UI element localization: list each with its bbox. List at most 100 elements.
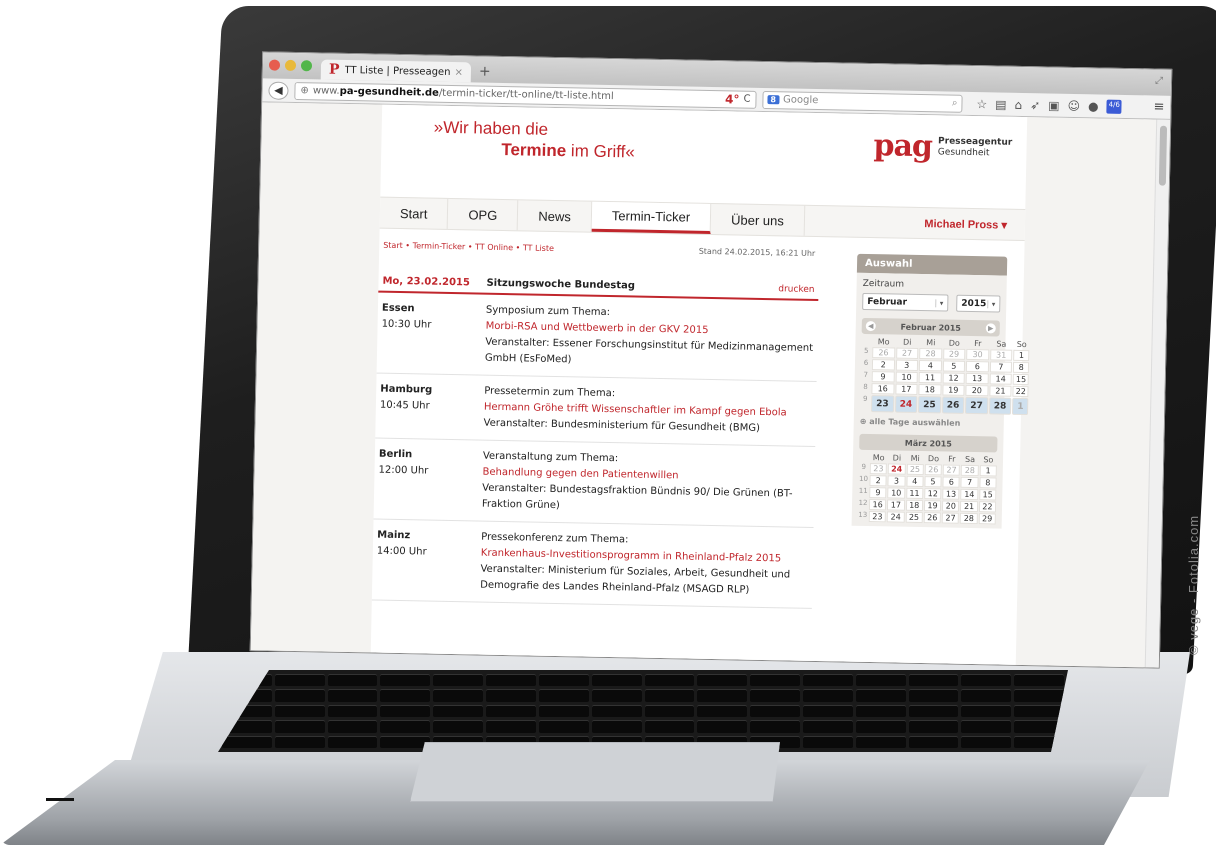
browser-tab[interactable]: P TT Liste | Presseagentur G... × [320,59,472,83]
calendar-day[interactable]: 23 [869,463,888,475]
smiley-icon[interactable]: ☺ [1067,98,1080,112]
send-icon[interactable]: ➶ [1030,98,1040,112]
calendar-day[interactable]: 4 [905,475,924,488]
calendar-day[interactable]: 26 [941,396,965,414]
calendar-day[interactable]: 19 [923,500,942,512]
calendar-day[interactable]: 27 [942,464,961,476]
calendar-day[interactable]: 24 [894,395,918,413]
calendar-day[interactable]: 2 [871,359,895,371]
calendar-day[interactable]: 18 [905,499,923,512]
calendar-day[interactable]: 23 [870,395,894,413]
calendar-day[interactable]: 19 [941,384,965,396]
next-month-icon[interactable]: ▶ [985,323,996,334]
calendar-day[interactable]: 14 [960,488,979,501]
tab-close-icon[interactable]: × [454,67,463,78]
calendar-day[interactable]: 11 [905,487,924,500]
calendar-day[interactable]: 4 [918,359,942,372]
calendar-day[interactable]: 12 [924,488,942,500]
calendar-day[interactable]: 5 [942,360,966,372]
minimize-window-button[interactable] [284,59,297,72]
breadcrumb[interactable]: Start • Termin-Ticker • TT Online • TT L… [383,241,554,253]
calendar-day[interactable]: 21 [989,385,1012,397]
calendar-day[interactable]: 1 [1013,349,1030,362]
calendar-day[interactable]: 15 [1012,373,1030,386]
maximize-window-button[interactable] [300,60,313,72]
calendar-day[interactable]: 28 [919,348,942,360]
calendar-day[interactable]: 3 [887,475,906,487]
menu-icon[interactable]: ≡ [1153,100,1164,115]
calendar-day[interactable]: 31 [989,349,1013,361]
search-icon[interactable]: ⌕ [952,98,958,109]
calendar-day[interactable]: 18 [918,383,942,396]
back-button[interactable]: ◀ [268,81,289,100]
calendar-day[interactable]: 14 [989,373,1013,385]
select-all-days-link[interactable]: ⊕ alle Tage auswählen [860,417,998,429]
user-menu[interactable]: Michael Pross ▾ [924,208,1025,240]
nav-news[interactable]: News [518,200,593,232]
calendar-day[interactable]: 9 [871,371,895,383]
addon-icon[interactable]: ▣ [1048,98,1060,112]
calendar-day[interactable]: 21 [960,500,978,513]
scrollbar-thumb[interactable] [1158,125,1168,186]
calendar-day[interactable]: 25 [906,463,924,476]
calendar-day[interactable]: 11 [918,371,942,384]
calendar-day[interactable]: 29 [978,513,996,525]
close-window-button[interactable] [268,59,281,71]
search-bar[interactable]: 8 Google ⌕ [762,90,963,113]
calendar-day[interactable]: 1 [1012,397,1029,416]
nav-termin-ticker[interactable]: Termin-Ticker [591,201,712,234]
fullscreen-icon[interactable]: ⤢ [1155,76,1163,87]
print-link[interactable]: drucken [778,284,814,295]
calendar-day[interactable]: 8 [1013,361,1030,374]
calendar-day[interactable]: 25 [918,395,941,414]
calendar-day[interactable]: 5 [924,476,942,488]
nav-ueber-uns[interactable]: Über uns [710,204,806,236]
calendar-day[interactable]: 26 [872,347,895,359]
calendar-day[interactable]: 27 [895,347,919,359]
calendar-day[interactable]: 13 [965,372,989,385]
calendar-day[interactable]: 10 [895,371,918,383]
search-engine-icon[interactable]: 8 [767,95,780,105]
calendar-day[interactable]: 9 [869,487,887,499]
calendar-day[interactable]: 17 [887,499,905,511]
calendar-day[interactable]: 23 [868,511,887,523]
calendar-day[interactable]: 16 [868,499,887,511]
calendar-day[interactable]: 1 [979,465,997,477]
calendar-day[interactable]: 6 [942,476,961,488]
bookmarks-list-icon[interactable]: ▤ [995,97,1007,111]
chat-icon[interactable]: ● [1088,99,1099,113]
calendar-day[interactable]: 7 [960,476,979,489]
calendar-day[interactable]: 16 [871,383,895,395]
calendar-day[interactable]: 15 [978,489,997,501]
calendar-day[interactable]: 22 [1012,385,1030,398]
calendar-day[interactable]: 13 [942,488,960,500]
calendar-day[interactable]: 20 [965,384,989,397]
site-logo[interactable]: pag Presseagentur Gesundheit [873,128,1012,166]
nav-opg[interactable]: OPG [448,198,519,231]
calendar-day[interactable]: 6 [965,360,989,373]
prev-month-icon[interactable]: ◀ [865,320,876,332]
calendar-day[interactable]: 30 [966,348,989,361]
calendar-day[interactable]: 26 [924,464,943,476]
calendar-day[interactable]: 28 [960,512,978,525]
calendar-day[interactable]: 20 [942,500,960,512]
calendar-day[interactable]: 24 [886,511,905,523]
reload-button[interactable]: C [743,94,750,105]
nav-start[interactable]: Start [379,197,449,229]
calendar-day[interactable]: 2 [869,475,887,487]
calendar-day[interactable]: 25 [905,511,923,524]
calendar-day[interactable]: 8 [979,477,997,489]
calendar-day[interactable]: 28 [961,464,979,477]
calendar-day[interactable]: 17 [894,383,918,395]
calendar-day[interactable]: 22 [978,501,997,513]
calendar-day[interactable]: 27 [941,512,960,524]
calendar-day[interactable]: 10 [887,487,905,499]
calendar-day[interactable]: 29 [942,348,966,360]
new-tab-button[interactable]: + [479,64,491,80]
calendar-day[interactable]: 3 [895,359,919,371]
extension-badge-icon[interactable]: 4/6 [1106,99,1123,114]
calendar-day[interactable]: 26 [923,512,942,524]
calendar-day[interactable]: 24 [887,463,906,475]
year-select[interactable]: 2015 ▾ [956,294,1001,313]
calendar-day[interactable]: 7 [989,361,1013,373]
